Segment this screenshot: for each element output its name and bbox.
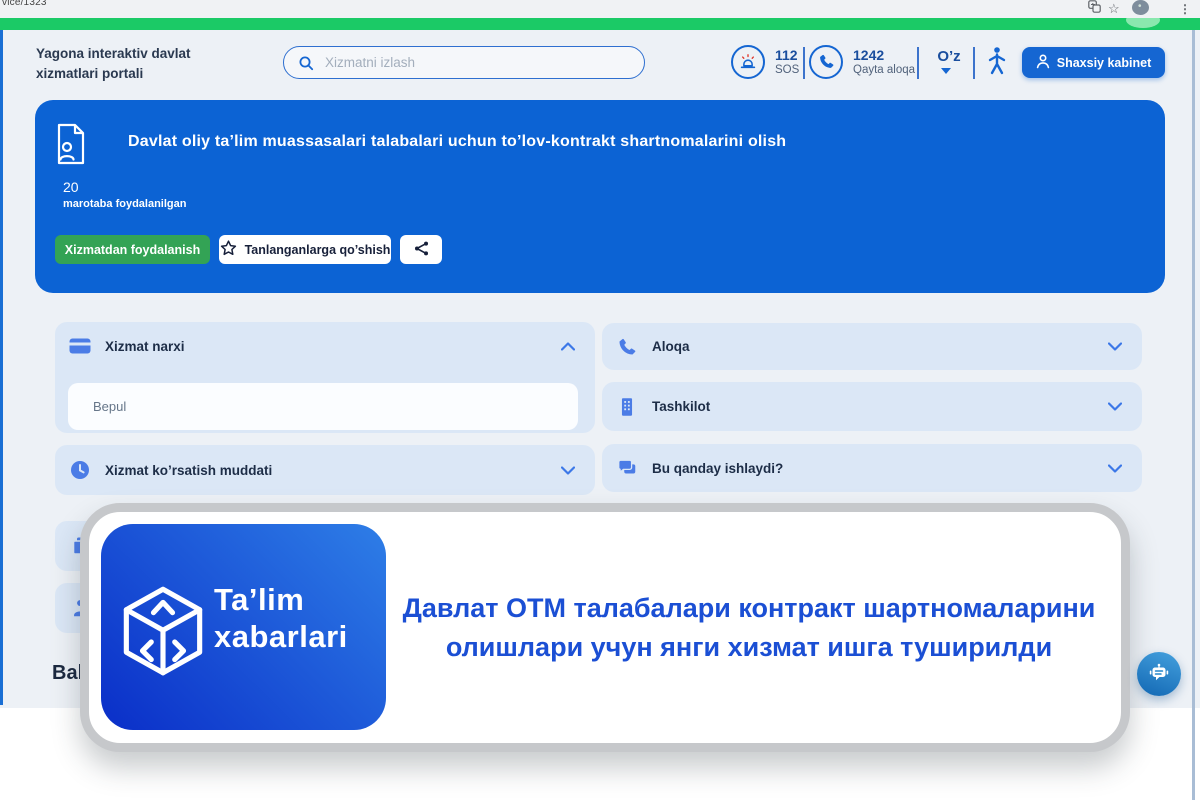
usage-label: marotaba foydalanilgan [63,198,186,210]
search-icon [298,55,314,71]
chat-icon [615,456,639,480]
chevron-up-icon[interactable] [561,342,575,351]
accordion-organization[interactable]: Tashkilot [602,382,1142,431]
chevron-down-icon[interactable] [941,68,951,74]
alarm-icon [731,45,765,79]
document-person-icon [55,123,87,170]
accordion-contact[interactable]: Aloqa [602,323,1142,370]
search-box[interactable] [283,46,645,79]
avatar[interactable]: • [1132,0,1149,15]
share-icon [413,240,430,260]
service-price-value: Bepul [68,383,578,430]
building-icon [615,395,639,419]
news-message: Давлат ОТМ талабалари контракт шартномал… [399,589,1099,666]
accordion-service-duration[interactable]: Xizmat ko’rsatish muddati [55,445,595,495]
left-edge-stripe [0,30,3,705]
star-icon [220,240,237,259]
language-selector[interactable]: O’z [932,48,966,65]
personal-cabinet-button[interactable]: Shaxsiy kabinet [1022,47,1165,78]
accordion-how-it-works[interactable]: Bu qanday ishlaydi? [602,444,1142,492]
url-fragment: vice/1323 [2,0,47,8]
header-divider [803,47,805,79]
header-divider [973,47,975,79]
browser-menu-icon[interactable]: ⋮ [1179,0,1191,18]
avatar-glow [1126,18,1160,28]
header-divider [917,47,919,79]
accessibility-icon[interactable] [986,46,1008,81]
chevron-down-icon[interactable] [1108,402,1122,411]
browser-chrome: vice/1323 ☆ • ⋮ [0,0,1200,18]
portal-title: Yagona interaktiv davlat xizmatlari port… [36,44,246,83]
service-banner: Davlat oliy ta’lim muassasalari talabala… [35,100,1165,293]
news-overlay-card[interactable]: Ta’lim xabarlari Давлат ОТМ талабалари к… [80,503,1130,752]
add-favorites-button[interactable]: Tanlanganlarga qo’shish [219,235,391,264]
callback-contact[interactable]: 1242 Qayta aloqa [809,45,915,79]
user-icon [1036,54,1050,72]
scrollbar[interactable] [1192,30,1195,800]
phone-icon [809,45,843,79]
top-green-bar [0,18,1200,30]
talim-xabarlari-logo: Ta’lim xabarlari [101,524,386,730]
clock-icon [68,458,92,482]
emergency-contact[interactable]: 112 SOS [731,45,799,79]
chevron-down-icon[interactable] [1108,342,1122,351]
phone-icon [615,335,639,359]
search-input[interactable] [323,54,630,71]
cube-logo-icon [119,577,207,690]
bookmark-star-icon[interactable]: ☆ [1108,0,1120,18]
use-service-button[interactable]: Xizmatdan foydalanish [55,235,210,264]
accordion-service-price[interactable]: Xizmat narxi Bepul [55,322,595,433]
chevron-down-icon[interactable] [1108,464,1122,473]
service-title: Davlat oliy ta’lim muassasalari talabala… [128,133,1138,151]
share-button[interactable] [400,235,442,264]
chatbot-icon [1148,661,1170,688]
screen: vice/1323 ☆ • ⋮ Yagona interaktiv davlat… [0,0,1200,800]
translate-icon[interactable] [1088,0,1101,18]
usage-count: 20 [63,179,79,195]
chatbot-button[interactable] [1137,652,1181,696]
credit-card-icon [68,334,92,358]
chevron-down-icon[interactable] [561,466,575,475]
